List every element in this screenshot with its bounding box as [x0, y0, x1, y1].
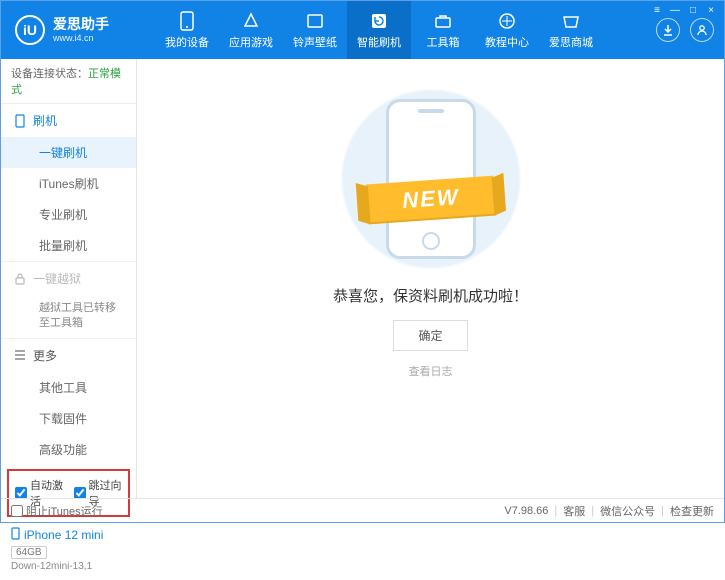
tab-store[interactable]: 爱思商城 — [539, 1, 603, 59]
store-icon — [561, 11, 581, 31]
device-name[interactable]: iPhone 12 mini — [11, 527, 126, 543]
list-icon — [13, 348, 27, 362]
tab-apps[interactable]: 应用游戏 — [219, 1, 283, 59]
user-button[interactable] — [690, 18, 714, 42]
device-name-text: iPhone 12 mini — [24, 528, 103, 542]
app-subtitle: www.i4.cn — [53, 33, 109, 44]
tab-label: 应用游戏 — [229, 34, 273, 50]
conn-label: 设备连接状态： — [11, 68, 88, 80]
close-button[interactable]: × — [704, 3, 718, 17]
tab-toolbox[interactable]: 工具箱 — [411, 1, 475, 59]
check-update-link[interactable]: 检查更新 — [670, 503, 714, 519]
lock-icon — [13, 272, 27, 286]
maximize-button[interactable]: □ — [686, 3, 700, 17]
body: 设备连接状态：正常模式 刷机 一键刷机 iTunes刷机 专业刷机 批量刷机 一… — [1, 59, 724, 498]
separator: | — [554, 505, 557, 517]
section-more: 更多 其他工具 下载固件 高级功能 — [1, 339, 136, 465]
connection-status: 设备连接状态：正常模式 — [1, 59, 136, 104]
logo: iU 爱思助手 www.i4.cn — [15, 15, 155, 45]
phone-icon — [11, 527, 20, 543]
logo-icon: iU — [15, 15, 45, 45]
tab-my-device[interactable]: 我的设备 — [155, 1, 219, 59]
header: iU 爱思助手 www.i4.cn 我的设备 应用游戏 铃声壁纸 智能刷机 — [1, 1, 724, 59]
app-title: 爱思助手 — [53, 16, 109, 33]
sidebar-item-download-firmware[interactable]: 下载固件 — [1, 403, 136, 434]
wallpaper-icon — [305, 11, 325, 31]
wechat-link[interactable]: 微信公众号 — [600, 503, 655, 519]
nav-tabs: 我的设备 应用游戏 铃声壁纸 智能刷机 工具箱 教程中心 — [155, 1, 656, 59]
download-button[interactable] — [656, 18, 680, 42]
phone-icon — [13, 114, 27, 128]
tab-label: 教程中心 — [485, 34, 529, 50]
device-info: iPhone 12 mini 64GB Down-12mini-13,1 — [1, 521, 136, 580]
refresh-icon — [369, 11, 389, 31]
section-flash: 刷机 一键刷机 iTunes刷机 专业刷机 批量刷机 — [1, 104, 136, 262]
section-title: 刷机 — [33, 112, 57, 129]
section-jailbreak: 一键越狱 越狱工具已转移至工具箱 — [1, 262, 136, 339]
book-icon — [497, 11, 517, 31]
new-ribbon: NEW — [365, 176, 495, 223]
phone-illustration: NEW — [386, 99, 476, 259]
checkbox-input[interactable] — [11, 505, 23, 517]
separator: | — [661, 505, 664, 517]
sidebar-item-itunes-flash[interactable]: iTunes刷机 — [1, 168, 136, 199]
minimize-button[interactable]: — — [668, 3, 682, 17]
version-label: V7.98.66 — [504, 505, 548, 517]
menu-icon[interactable]: ≡ — [650, 3, 664, 17]
ok-button[interactable]: 确定 — [393, 320, 467, 351]
app-window: ≡ — □ × iU 爱思助手 www.i4.cn 我的设备 应用游戏 铃声壁纸 — [0, 0, 725, 523]
tab-ringtones[interactable]: 铃声壁纸 — [283, 1, 347, 59]
apps-icon — [241, 11, 261, 31]
phone-icon — [177, 11, 197, 31]
section-title: 一键越狱 — [33, 270, 81, 287]
window-controls: ≡ — □ × — [650, 1, 718, 19]
device-sub: Down-12mini-13,1 — [11, 561, 126, 572]
jailbreak-note: 越狱工具已转移至工具箱 — [1, 295, 136, 338]
success-illustration: NEW — [316, 89, 546, 269]
tab-label: 铃声壁纸 — [293, 34, 337, 50]
tab-label: 我的设备 — [165, 34, 209, 50]
section-more-head[interactable]: 更多 — [1, 339, 136, 372]
checkbox-label: 阻止iTunes运行 — [26, 503, 103, 519]
toolbox-icon — [433, 11, 453, 31]
sidebar: 设备连接状态：正常模式 刷机 一键刷机 iTunes刷机 专业刷机 批量刷机 一… — [1, 59, 137, 498]
sidebar-item-other-tools[interactable]: 其他工具 — [1, 372, 136, 403]
checkbox-input[interactable] — [15, 487, 27, 499]
section-title: 更多 — [33, 347, 57, 364]
device-storage: 64GB — [11, 546, 47, 559]
section-jailbreak-head[interactable]: 一键越狱 — [1, 262, 136, 295]
customer-service-link[interactable]: 客服 — [563, 503, 585, 519]
sidebar-item-batch-flash[interactable]: 批量刷机 — [1, 230, 136, 261]
section-flash-head[interactable]: 刷机 — [1, 104, 136, 137]
success-message: 恭喜您，保资料刷机成功啦！ — [333, 285, 528, 306]
tab-label: 工具箱 — [427, 34, 460, 50]
main-content: NEW 恭喜您，保资料刷机成功啦！ 确定 查看日志 — [137, 59, 724, 498]
checkbox-block-itunes[interactable]: 阻止iTunes运行 — [11, 503, 103, 519]
sidebar-item-pro-flash[interactable]: 专业刷机 — [1, 199, 136, 230]
tab-label: 智能刷机 — [357, 34, 401, 50]
footer: 阻止iTunes运行 V7.98.66 | 客服 | 微信公众号 | 检查更新 — [1, 498, 724, 522]
sidebar-item-advanced[interactable]: 高级功能 — [1, 434, 136, 465]
header-actions — [656, 18, 714, 42]
separator: | — [591, 505, 594, 517]
user-icon — [696, 24, 708, 36]
sidebar-item-oneclick-flash[interactable]: 一键刷机 — [1, 137, 136, 168]
tab-smart-flash[interactable]: 智能刷机 — [347, 1, 411, 59]
tab-tutorials[interactable]: 教程中心 — [475, 1, 539, 59]
view-log-link[interactable]: 查看日志 — [409, 363, 453, 379]
tab-label: 爱思商城 — [549, 34, 593, 50]
download-icon — [662, 24, 674, 36]
checkbox-input[interactable] — [74, 487, 86, 499]
